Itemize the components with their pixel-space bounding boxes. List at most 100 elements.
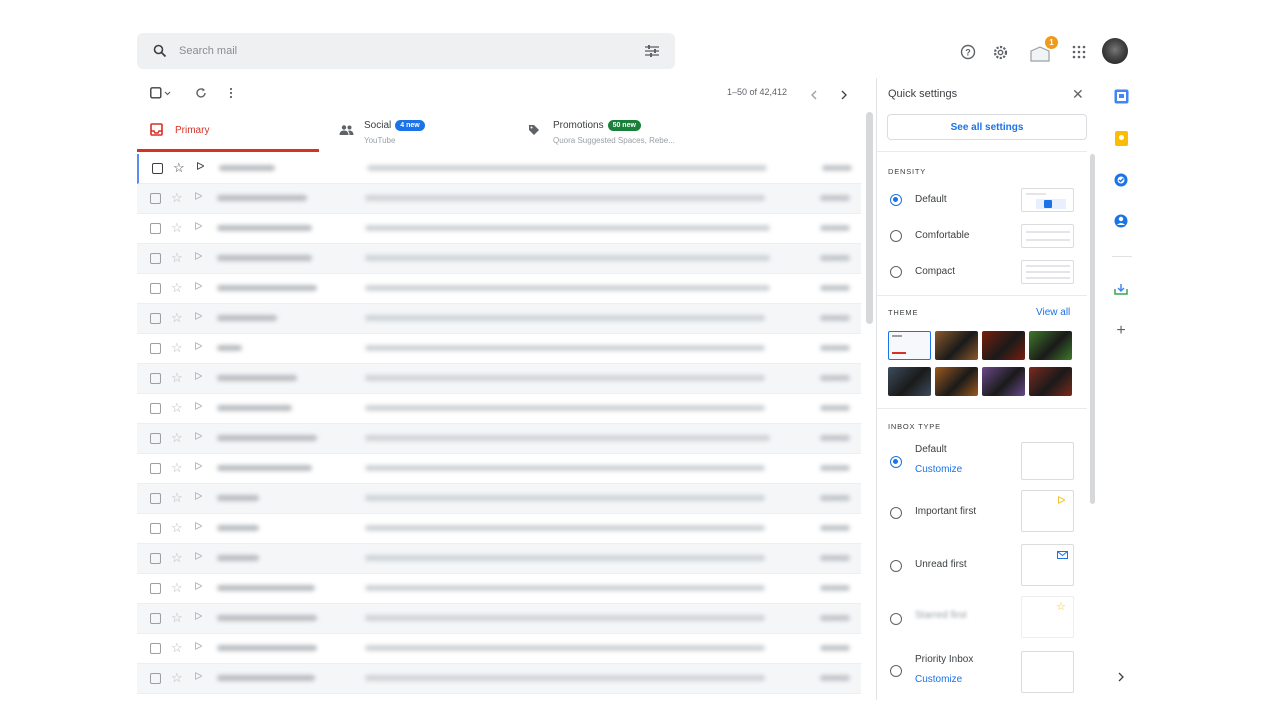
email-row[interactable]: ☆ ᐅ <box>137 424 861 454</box>
theme-swatch[interactable] <box>982 367 1025 396</box>
inbox-starred-first-label[interactable]: Starred first <box>915 610 967 621</box>
important-marker-icon[interactable]: ᐅ <box>194 280 202 293</box>
refresh-icon[interactable] <box>195 86 207 104</box>
important-marker-icon[interactable]: ᐅ <box>194 580 202 593</box>
row-checkbox[interactable] <box>150 673 161 684</box>
email-row[interactable]: ☆ ᐅ <box>137 184 861 214</box>
important-marker-icon[interactable]: ᐅ <box>194 490 202 503</box>
theme-swatch[interactable] <box>935 367 978 396</box>
row-checkbox[interactable] <box>150 463 161 474</box>
star-icon[interactable]: ☆ <box>171 250 183 266</box>
help-icon[interactable]: ? <box>957 40 979 64</box>
important-marker-icon[interactable]: ᐅ <box>194 190 202 203</box>
row-checkbox[interactable] <box>150 583 161 594</box>
star-icon[interactable]: ☆ <box>171 220 183 236</box>
theme-view-all-link[interactable]: View all <box>1036 307 1070 318</box>
email-row[interactable]: ☆ ᐅ <box>137 664 861 694</box>
email-row[interactable]: ☆ ᐅ <box>137 394 861 424</box>
star-icon[interactable]: ☆ <box>171 310 183 326</box>
apps-grid-icon[interactable] <box>1068 40 1090 64</box>
density-default-label[interactable]: Default <box>915 194 947 205</box>
email-row[interactable]: ☆ ᐅ <box>137 454 861 484</box>
inbox-priority-radio[interactable] <box>890 665 902 677</box>
settings-icon[interactable] <box>989 40 1011 64</box>
next-page-icon[interactable] <box>840 87 848 105</box>
more-options-icon[interactable] <box>229 86 233 104</box>
close-icon[interactable]: ✕ <box>1072 86 1084 103</box>
search-input[interactable]: Search mail <box>179 45 237 57</box>
list-scrollbar[interactable] <box>866 112 873 324</box>
star-icon[interactable]: ☆ <box>171 550 183 566</box>
email-row[interactable]: ☆ ᐅ <box>137 274 861 304</box>
star-icon[interactable]: ☆ <box>171 520 183 536</box>
plus-icon[interactable]: + <box>1112 322 1130 340</box>
row-checkbox[interactable] <box>150 643 161 654</box>
select-all-checkbox[interactable] <box>150 86 172 104</box>
email-row[interactable]: ☆ ᐅ <box>137 514 861 544</box>
density-compact-radio[interactable] <box>890 266 902 278</box>
avatar[interactable] <box>1102 38 1128 64</box>
row-checkbox[interactable] <box>150 613 161 624</box>
inbox-unread-first-label[interactable]: Unread first <box>915 559 967 570</box>
star-icon[interactable]: ☆ <box>171 670 183 686</box>
tab-primary[interactable]: Primary <box>137 110 319 152</box>
important-marker-icon[interactable]: ᐅ <box>196 160 204 173</box>
email-row[interactable]: ☆ ᐅ <box>137 154 861 184</box>
prev-page-icon[interactable] <box>810 87 818 105</box>
filter-icon[interactable] <box>643 42 661 60</box>
see-all-settings-button[interactable]: See all settings <box>887 114 1087 140</box>
important-marker-icon[interactable]: ᐅ <box>194 400 202 413</box>
email-row[interactable]: ☆ ᐅ <box>137 334 861 364</box>
inbox-unread-first-radio[interactable] <box>890 560 902 572</box>
chevron-right-icon[interactable] <box>1112 668 1130 686</box>
important-marker-icon[interactable]: ᐅ <box>194 460 202 473</box>
row-checkbox[interactable] <box>150 433 161 444</box>
density-comfortable-label[interactable]: Comfortable <box>915 230 969 241</box>
star-icon[interactable]: ☆ <box>171 430 183 446</box>
get-addons-icon[interactable] <box>1112 280 1130 298</box>
email-row[interactable]: ☆ ᐅ <box>137 604 861 634</box>
important-marker-icon[interactable]: ᐅ <box>194 550 202 563</box>
email-row[interactable]: ☆ ᐅ <box>137 244 861 274</box>
important-marker-icon[interactable]: ᐅ <box>194 370 202 383</box>
calendar-icon[interactable] <box>1112 87 1130 105</box>
important-marker-icon[interactable]: ᐅ <box>194 610 202 623</box>
tab-social[interactable]: Social 4 new YouTube <box>335 110 515 152</box>
inbox-important-first-label[interactable]: Important first <box>915 506 976 517</box>
star-icon[interactable]: ☆ <box>171 280 183 296</box>
theme-swatch[interactable] <box>1029 331 1072 360</box>
density-comfortable-radio[interactable] <box>890 230 902 242</box>
star-icon[interactable]: ☆ <box>173 160 185 176</box>
email-row[interactable]: ☆ ᐅ <box>137 304 861 334</box>
row-checkbox[interactable] <box>150 553 161 564</box>
important-marker-icon[interactable]: ᐅ <box>194 670 202 683</box>
email-row[interactable]: ☆ ᐅ <box>137 364 861 394</box>
email-row[interactable]: ☆ ᐅ <box>137 544 861 574</box>
row-checkbox[interactable] <box>150 523 161 534</box>
row-checkbox[interactable] <box>150 253 161 264</box>
email-row[interactable]: ☆ ᐅ <box>137 574 861 604</box>
inbox-default-customize-link[interactable]: Customize <box>915 464 962 475</box>
important-marker-icon[interactable]: ᐅ <box>194 340 202 353</box>
theme-swatch[interactable] <box>888 367 931 396</box>
email-row[interactable]: ☆ ᐅ <box>137 484 861 514</box>
inbox-priority-label[interactable]: Priority Inbox <box>915 654 973 665</box>
row-checkbox[interactable] <box>150 493 161 504</box>
theme-swatch[interactable] <box>935 331 978 360</box>
inbox-priority-customize-link[interactable]: Customize <box>915 674 962 685</box>
important-marker-icon[interactable]: ᐅ <box>194 430 202 443</box>
email-row[interactable]: ☆ ᐅ <box>137 214 861 244</box>
tasks-icon[interactable] <box>1112 171 1130 189</box>
inbox-starred-first-radio[interactable] <box>890 613 902 625</box>
theme-swatch[interactable] <box>1029 367 1072 396</box>
contacts-icon[interactable] <box>1112 212 1130 230</box>
quick-settings-scrollbar[interactable] <box>1090 154 1095 504</box>
search-icon[interactable] <box>151 42 169 60</box>
important-marker-icon[interactable]: ᐅ <box>194 220 202 233</box>
inbox-important-first-radio[interactable] <box>890 507 902 519</box>
row-checkbox[interactable] <box>150 373 161 384</box>
star-icon[interactable]: ☆ <box>171 400 183 416</box>
row-checkbox[interactable] <box>152 163 163 174</box>
star-icon[interactable]: ☆ <box>171 340 183 356</box>
row-checkbox[interactable] <box>150 343 161 354</box>
